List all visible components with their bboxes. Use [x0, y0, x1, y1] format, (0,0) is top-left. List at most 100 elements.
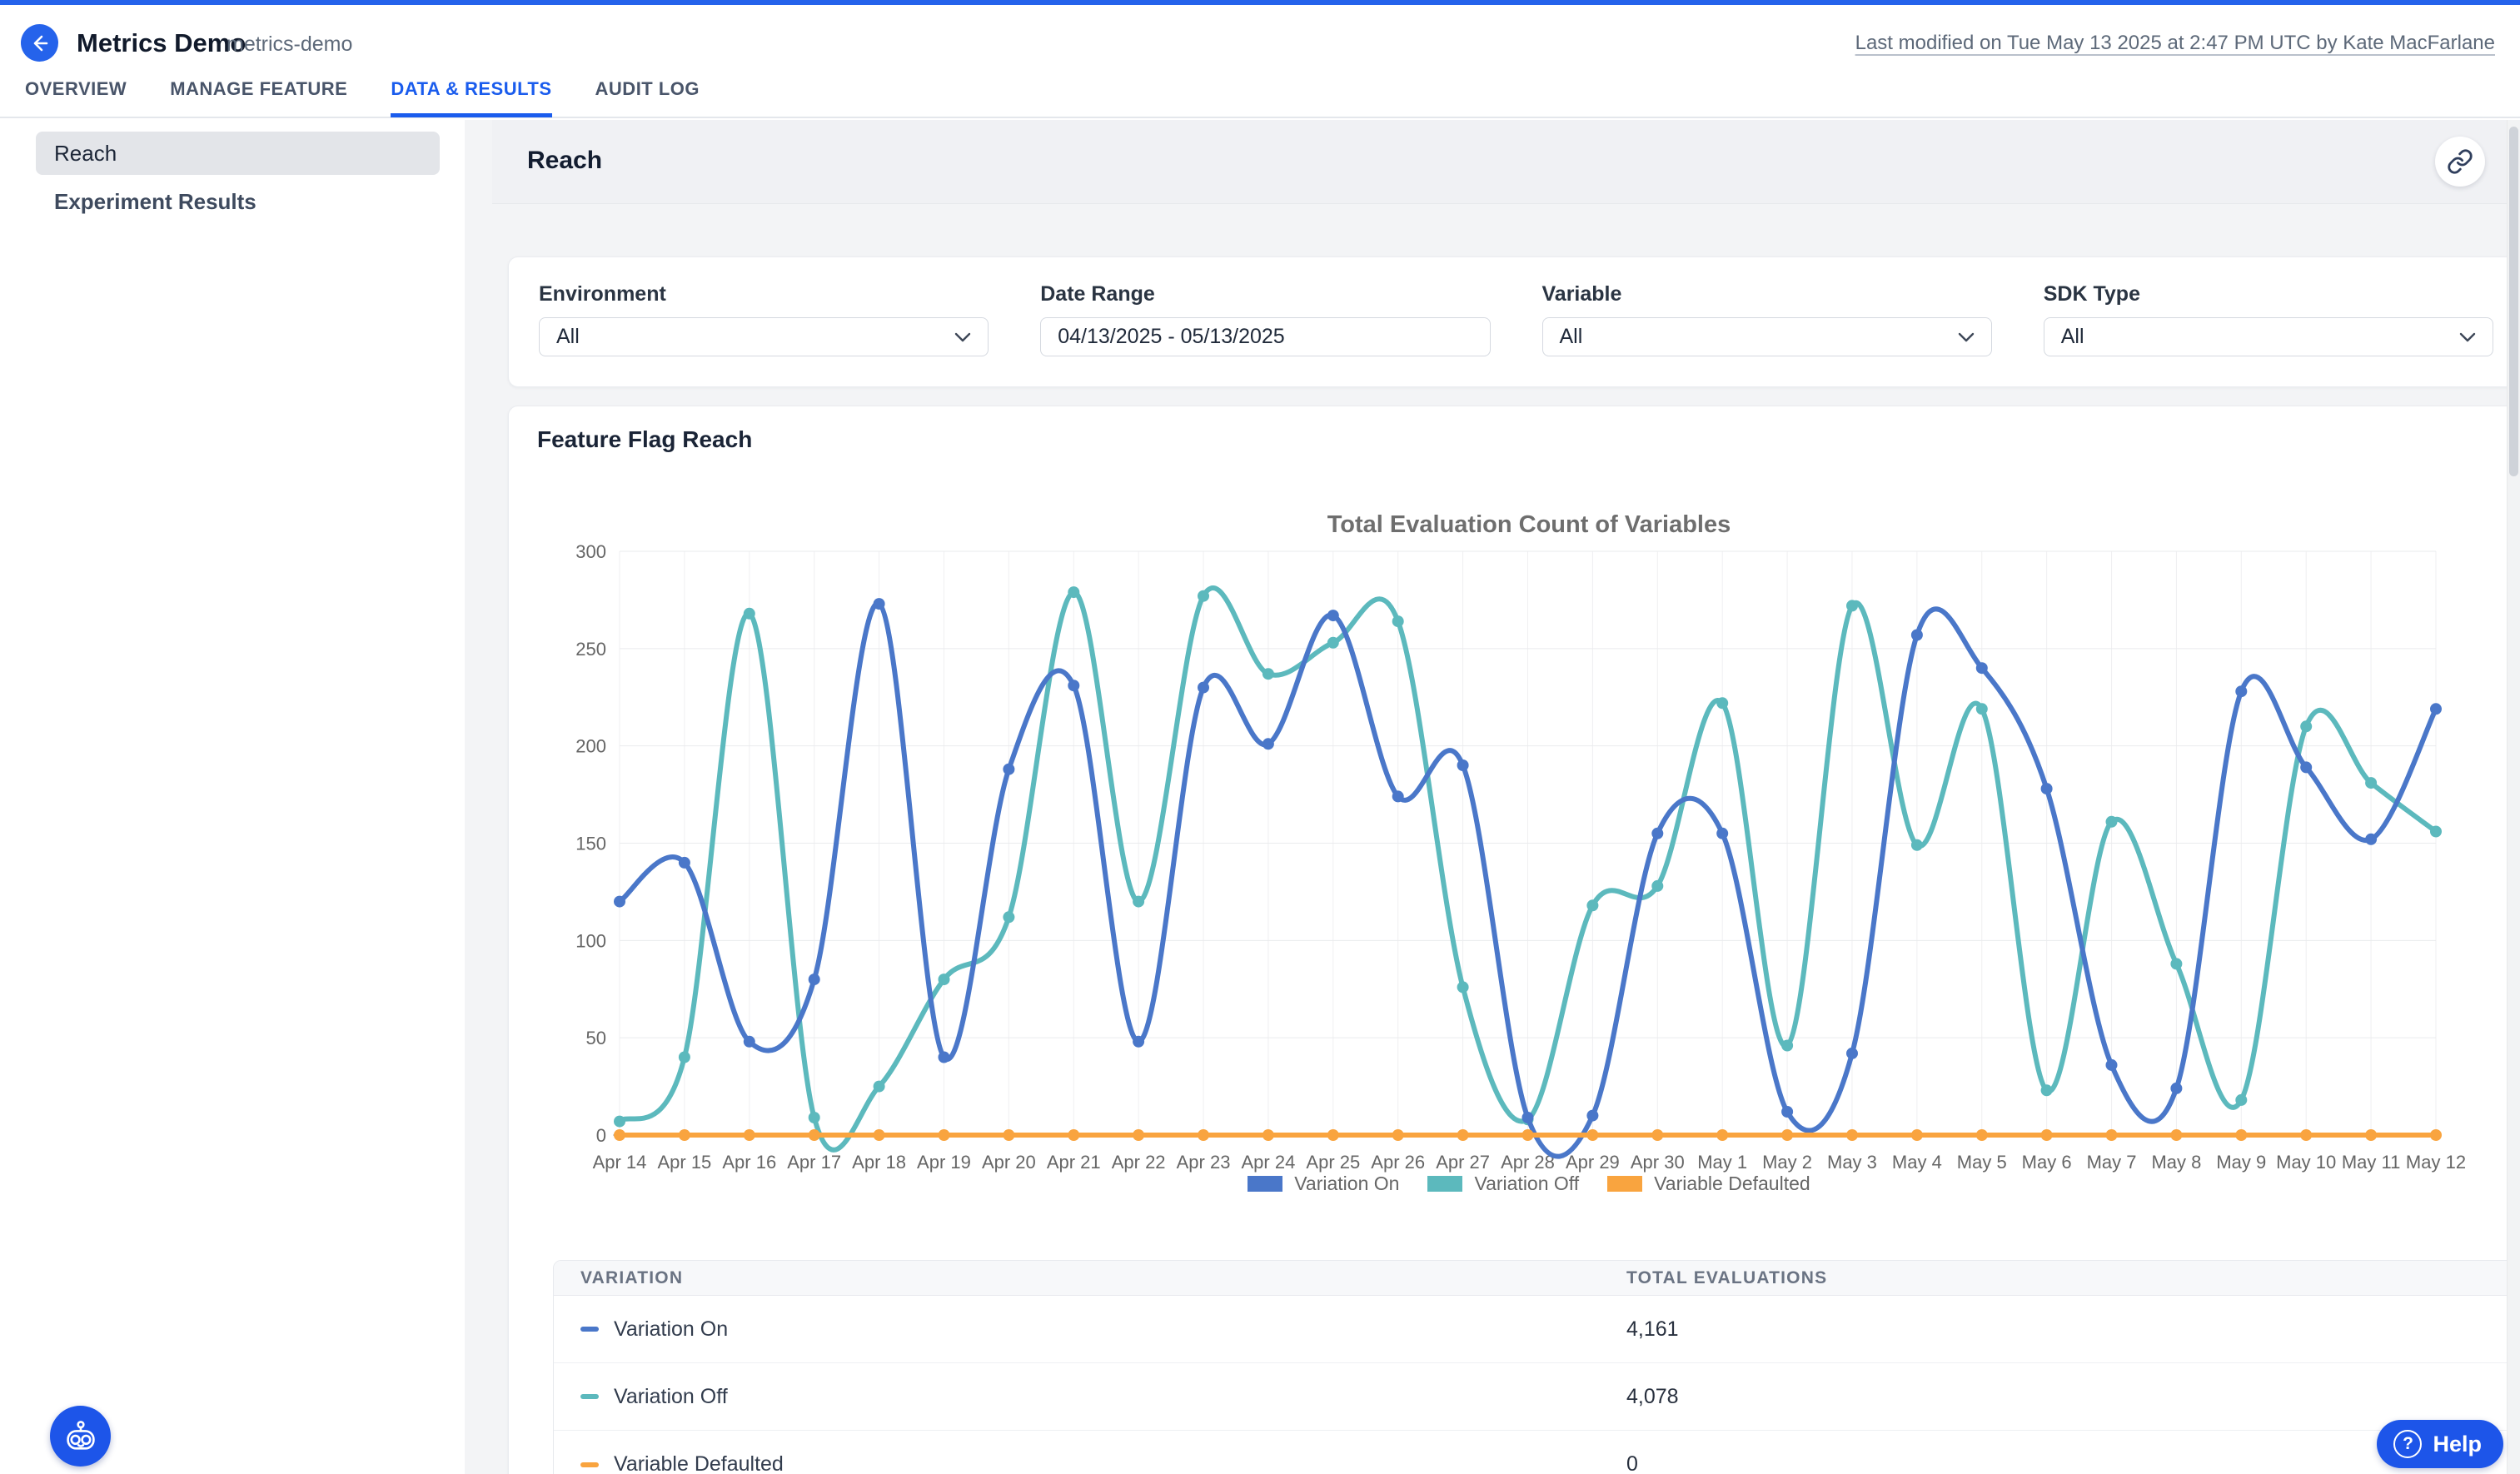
row-value: 4,161 [1600, 1317, 2518, 1342]
svg-text:May 3: May 3 [1827, 1152, 1877, 1173]
sidebar-item-experiment-results[interactable]: Experiment Results [36, 180, 440, 223]
svg-text:Apr 29: Apr 29 [1566, 1152, 1620, 1173]
legend-item-variation-on[interactable]: Variation On [1248, 1173, 1399, 1195]
chevron-down-icon [954, 332, 971, 342]
col-variation: VARIATION [554, 1268, 1600, 1288]
svg-text:Apr 26: Apr 26 [1371, 1152, 1425, 1173]
variable-select[interactable]: All [1542, 317, 1992, 356]
svg-text:Apr 18: Apr 18 [852, 1152, 906, 1173]
svg-text:Apr 21: Apr 21 [1047, 1152, 1101, 1173]
svg-text:Apr 14: Apr 14 [593, 1152, 647, 1173]
svg-text:Apr 17: Apr 17 [787, 1152, 841, 1173]
question-mark-icon: ? [2393, 1430, 2422, 1458]
svg-text:May 4: May 4 [1892, 1152, 1942, 1173]
chevron-down-icon [2459, 332, 2476, 342]
sdk-type-field: SDK Type All [2044, 282, 2493, 361]
svg-text:Apr 24: Apr 24 [1242, 1152, 1296, 1173]
table-header: VARIATION TOTAL EVALUATIONS [554, 1261, 2518, 1296]
robot-icon [62, 1418, 99, 1455]
legend-item-variation-off[interactable]: Variation Off [1427, 1173, 1579, 1195]
app-header: Metrics Demo metrics-demo Last modified … [0, 5, 2520, 118]
tab-data-results[interactable]: DATA & RESULTS [391, 78, 551, 117]
arrow-left-icon [29, 32, 51, 54]
legend-label: Variation Off [1474, 1173, 1579, 1195]
content-area: Reach Experiment Results Reach Environme… [0, 120, 2520, 1474]
chart-legend: Variation On Variation Off Variable Defa… [575, 1173, 2483, 1195]
svg-text:100: 100 [575, 930, 606, 951]
scrollbar-thumb[interactable] [2509, 127, 2518, 476]
legend-item-variable-defaulted[interactable]: Variable Defaulted [1607, 1173, 1810, 1195]
svg-text:May 12: May 12 [2406, 1152, 2466, 1173]
chevron-down-icon [1958, 332, 1975, 342]
tab-manage-feature[interactable]: MANAGE FEATURE [170, 78, 347, 117]
copy-link-button[interactable] [2435, 137, 2485, 187]
svg-text:Apr 30: Apr 30 [1631, 1152, 1685, 1173]
sidebar-item-reach[interactable]: Reach [36, 132, 440, 175]
sdk-type-value: All [2061, 325, 2084, 349]
col-total-evaluations: TOTAL EVALUATIONS [1600, 1268, 2518, 1288]
tab-bar: OVERVIEW MANAGE FEATURE DATA & RESULTS A… [25, 78, 700, 117]
variable-field: Variable All [1542, 282, 1992, 361]
row-value: 4,078 [1600, 1385, 2518, 1409]
tab-overview[interactable]: OVERVIEW [25, 78, 127, 117]
svg-text:Apr 27: Apr 27 [1436, 1152, 1490, 1173]
svg-text:May 7: May 7 [2087, 1152, 2137, 1173]
section-header: Reach [492, 120, 2507, 204]
legend-label: Variable Defaulted [1654, 1173, 1810, 1195]
legend-label: Variation On [1294, 1173, 1399, 1195]
svg-text:May 8: May 8 [2151, 1152, 2201, 1173]
date-range-input[interactable]: 04/13/2025 - 05/13/2025 [1040, 317, 1490, 356]
help-button[interactable]: ? Help [2377, 1420, 2503, 1468]
svg-text:150: 150 [575, 834, 606, 854]
svg-text:May 9: May 9 [2216, 1152, 2266, 1173]
date-range-value: 04/13/2025 - 05/13/2025 [1058, 325, 1284, 349]
page-title: Metrics Demo [77, 28, 246, 58]
legend-swatch-variation-on [1248, 1176, 1282, 1192]
svg-text:May 6: May 6 [2022, 1152, 2072, 1173]
sdk-type-label: SDK Type [2044, 282, 2493, 306]
row-label: Variable Defaulted [614, 1452, 784, 1474]
svg-text:300: 300 [575, 541, 606, 562]
assistant-button[interactable] [50, 1406, 111, 1467]
environment-label: Environment [539, 282, 989, 306]
back-button[interactable] [21, 24, 58, 62]
svg-text:200: 200 [575, 736, 606, 757]
help-label: Help [2433, 1432, 2482, 1457]
row-label: Variation On [614, 1317, 728, 1342]
svg-text:May 10: May 10 [2276, 1152, 2336, 1173]
svg-text:Apr 25: Apr 25 [1306, 1152, 1360, 1173]
feature-key: metrics-demo [227, 32, 352, 57]
table-row: Variable Defaulted 0 [554, 1431, 2518, 1474]
variable-label: Variable [1542, 282, 1992, 306]
filters-card: Environment All Date Range 04/13/2025 - … [508, 256, 2520, 387]
variable-value: All [1560, 325, 1583, 349]
tab-audit-log[interactable]: AUDIT LOG [595, 78, 700, 117]
svg-text:Apr 20: Apr 20 [982, 1152, 1036, 1173]
scrollbar[interactable] [2507, 120, 2520, 1474]
svg-text:Apr 19: Apr 19 [917, 1152, 971, 1173]
legend-swatch-variable-defaulted [1607, 1176, 1642, 1192]
svg-text:Apr 28: Apr 28 [1501, 1152, 1555, 1173]
svg-text:50: 50 [586, 1028, 606, 1048]
svg-text:May 1: May 1 [1697, 1152, 1747, 1173]
svg-text:Apr 15: Apr 15 [657, 1152, 711, 1173]
table-row: Variation Off 4,078 [554, 1363, 2518, 1431]
environment-select[interactable]: All [539, 317, 989, 356]
svg-text:0: 0 [596, 1125, 606, 1146]
last-modified-text[interactable]: Last modified on Tue May 13 2025 at 2:47… [1855, 32, 2495, 55]
series-dash-icon [580, 1462, 599, 1467]
evaluations-table: VARIATION TOTAL EVALUATIONS Variation On… [553, 1260, 2518, 1474]
link-icon [2447, 148, 2473, 175]
svg-text:250: 250 [575, 639, 606, 660]
date-range-field: Date Range 04/13/2025 - 05/13/2025 [1040, 282, 1490, 361]
section-title: Reach [527, 147, 602, 175]
series-dash-icon [580, 1394, 599, 1399]
sdk-type-select[interactable]: All [2044, 317, 2493, 356]
series-dash-icon [580, 1327, 599, 1332]
row-label: Variation Off [614, 1385, 728, 1409]
table-row: Variation On 4,161 [554, 1296, 2518, 1363]
svg-text:May 11: May 11 [2342, 1152, 2401, 1173]
chart-title: Total Evaluation Count of Variables [575, 511, 2483, 539]
svg-text:Apr 16: Apr 16 [722, 1152, 776, 1173]
evaluation-line-chart[interactable]: 0 50 100 150 200 250 300 Apr 14 Apr 15 Apr 16 Apr … [575, 538, 2483, 1196]
